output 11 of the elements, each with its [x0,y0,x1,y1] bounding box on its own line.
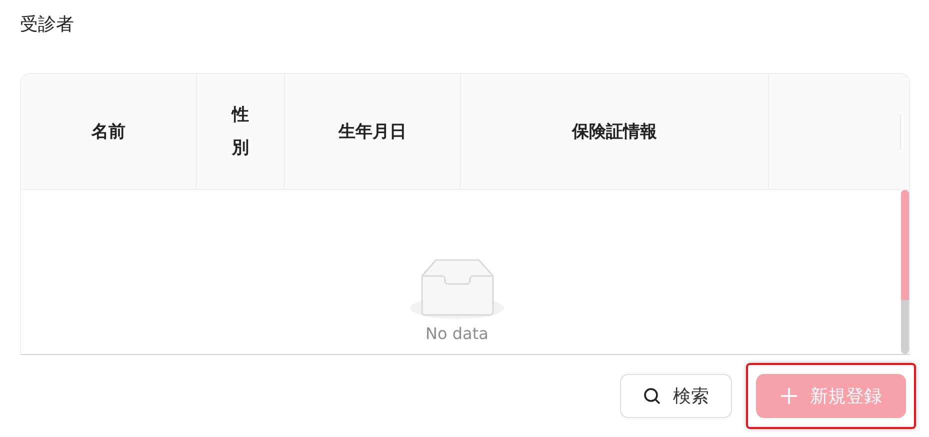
page-title: 受診者 [20,13,75,37]
plus-icon [780,387,798,405]
search-button[interactable]: 検索 [620,374,732,418]
column-header: 性別 [232,104,249,160]
column-header: 保険証情報 [572,121,657,143]
column-header: 生年月日 [338,121,406,143]
search-icon [643,387,661,405]
scrollbar[interactable] [901,190,909,354]
empty-message: No data [426,324,488,343]
column-header: 名前 [92,121,126,143]
empty-inbox-icon [409,258,505,320]
